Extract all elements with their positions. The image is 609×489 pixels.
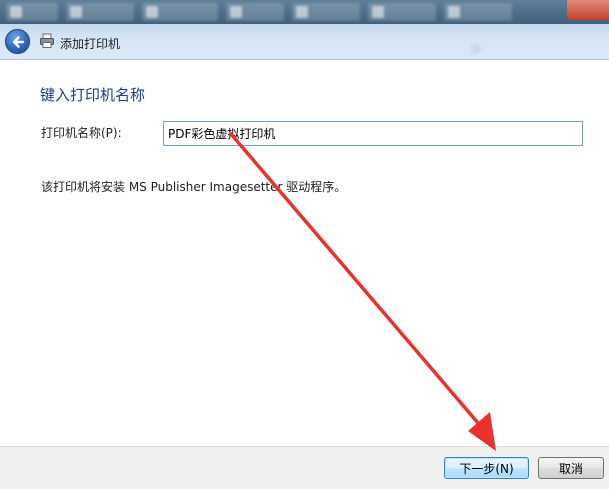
back-arrow-icon (12, 36, 25, 48)
taskbar (0, 0, 609, 24)
taskbar-item[interactable] (66, 3, 134, 21)
wizard-footer: 下一步(N) 取消 (0, 446, 609, 489)
taskbar-item[interactable] (292, 3, 360, 21)
back-button[interactable] (5, 29, 30, 54)
printer-icon (40, 33, 54, 48)
window-title: 添加打印机 (60, 37, 121, 51)
window-header: 添加打印机 沙 (0, 24, 609, 60)
cancel-button[interactable]: 取消 (538, 457, 604, 479)
annotation-arrow-icon (229, 132, 496, 451)
next-button[interactable]: 下一步(N) (444, 457, 529, 479)
taskbar-item[interactable] (444, 3, 512, 21)
driver-info-text: 该打印机将安装 MS Publisher Imagesetter 驱动程序。 (41, 180, 347, 194)
taskbar-item[interactable] (142, 3, 218, 21)
printer-name-input[interactable] (163, 121, 583, 146)
background-text: 沙 (470, 43, 481, 56)
window-close-button[interactable] (567, 0, 609, 20)
taskbar-item[interactable] (6, 3, 58, 21)
taskbar-item[interactable] (368, 3, 436, 21)
printer-name-label: 打印机名称(P): (41, 126, 122, 140)
taskbar-item[interactable] (226, 3, 284, 21)
page-heading: 键入打印机名称 (40, 86, 146, 104)
